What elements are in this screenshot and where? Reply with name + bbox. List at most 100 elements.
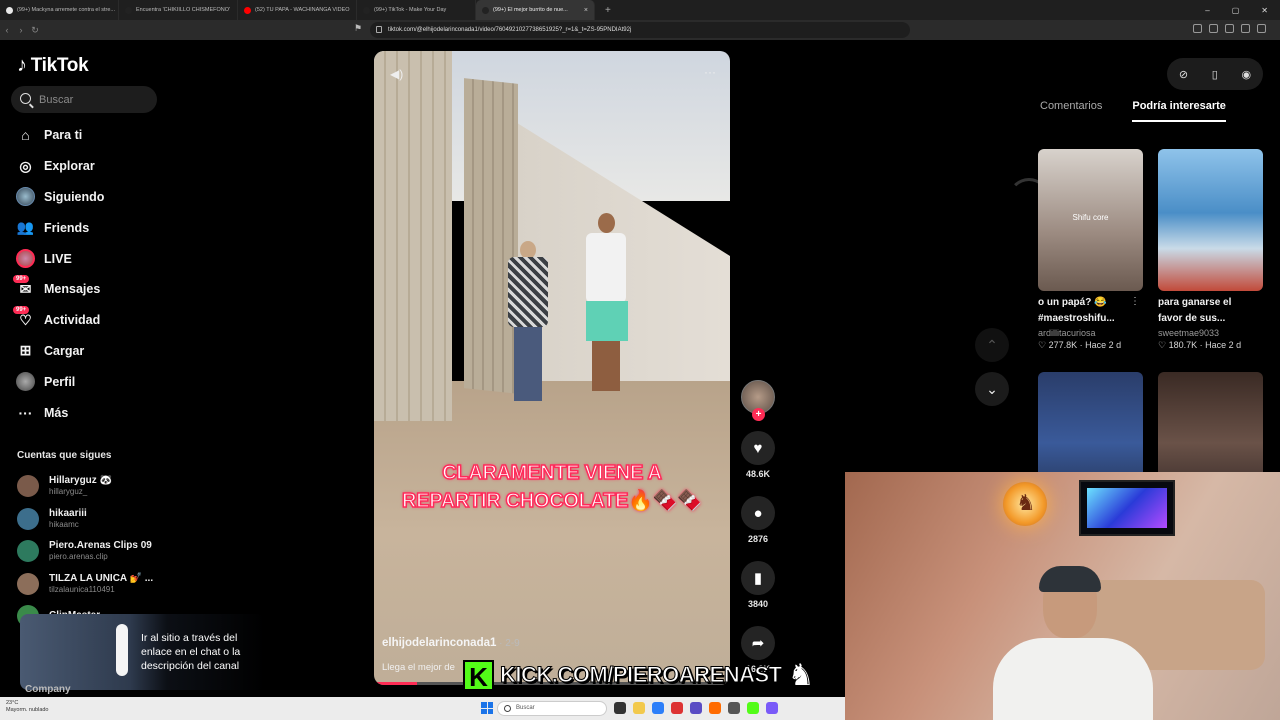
close-tab-icon[interactable]: × bbox=[584, 7, 588, 14]
following-list: Hillaryguz 🐼 hillaryguz_ hikaariii hikaamc P… bbox=[17, 470, 177, 633]
horse-logo-icon: ♞ bbox=[1016, 490, 1036, 515]
search-input[interactable]: Buscar bbox=[11, 86, 157, 113]
followed-account[interactable]: Hillaryguz 🐼 hillaryguz_ bbox=[17, 470, 177, 503]
comment-count: 2876 bbox=[747, 534, 769, 544]
browser-tab[interactable]: (99+) Mackyna arremete contra el stre... bbox=[0, 0, 119, 20]
panel-tabs: Comentarios Podría interesarte bbox=[1040, 100, 1226, 122]
author-handle[interactable]: elhijodelarinconada1 bbox=[382, 637, 496, 649]
extension-icon[interactable] bbox=[1225, 24, 1234, 33]
sidebar-item-label: Cargar bbox=[44, 343, 85, 358]
browser-tab-strip: (99+) Mackyna arremete contra el stre...… bbox=[0, 0, 1280, 20]
browser-tab[interactable]: (52) TU PAPA - WACHINANGA VIDEO bbox=[238, 0, 357, 20]
recommended-card[interactable]: Shifu core o un papá? 😂 #maestroshifu... … bbox=[1038, 149, 1143, 351]
taskbar-app-icon[interactable] bbox=[709, 702, 721, 714]
back-icon[interactable]: ‹ bbox=[0, 25, 14, 35]
sidebar-item-parati[interactable]: ⌂ Para ti bbox=[16, 120, 166, 151]
reload-icon[interactable]: ↻ bbox=[28, 25, 42, 36]
recommended-card[interactable]: para ganarse el favor de sus... sweetmae9… bbox=[1158, 149, 1263, 351]
bookmark-icon[interactable]: ⚑ bbox=[354, 23, 362, 34]
sidebar-item-live[interactable]: LIVE bbox=[16, 243, 166, 274]
start-button[interactable] bbox=[481, 702, 493, 714]
taskbar-search-input[interactable]: Buscar bbox=[497, 701, 607, 716]
like-count: 48.6K bbox=[745, 469, 771, 479]
heart-icon[interactable]: ♥ bbox=[741, 431, 775, 465]
browser-tab[interactable]: (99+) TikTok - Make Your Day bbox=[357, 0, 476, 20]
browser-tab[interactable]: (99+) El mejor burrito de nue... × bbox=[476, 0, 595, 20]
save-count: 3840 bbox=[747, 599, 769, 609]
creator-avatar[interactable]: + bbox=[741, 380, 775, 421]
sidebar-icon[interactable] bbox=[1241, 24, 1250, 33]
tiktok-logo[interactable]: ♪ TikTok bbox=[17, 54, 89, 77]
video-thumbnail[interactable] bbox=[1158, 149, 1263, 291]
taskbar-app-icon[interactable] bbox=[747, 702, 759, 714]
taskbar-app-icon[interactable] bbox=[766, 702, 778, 714]
streamer-webcam: ♞ bbox=[845, 472, 1280, 720]
tab-title: (99+) TikTok - Make Your Day bbox=[374, 7, 447, 13]
taskbar-app-icon[interactable] bbox=[728, 702, 740, 714]
new-tab-button[interactable]: + bbox=[595, 5, 621, 16]
minimize-button[interactable]: – bbox=[1205, 6, 1209, 15]
more-options-icon[interactable]: ··· bbox=[704, 65, 716, 79]
weather-widget[interactable]: 23°C Mayorm. nublado bbox=[6, 700, 49, 714]
sidebar-item-explorar[interactable]: ◎ Explorar bbox=[16, 151, 166, 182]
profile-icon[interactable] bbox=[1257, 24, 1266, 33]
followed-account[interactable]: TILZA LA UNICA 💅 ... tilzalaunica110491 bbox=[17, 568, 177, 601]
sidebar-item-friends[interactable]: 👥 Friends bbox=[16, 212, 166, 243]
comment-action: ● 2876 bbox=[738, 496, 778, 544]
device-icon[interactable]: ▯ bbox=[1212, 68, 1218, 81]
search-placeholder: Buscar bbox=[39, 93, 74, 106]
card-username[interactable]: sweetmae9033 bbox=[1158, 328, 1263, 338]
account-name: hikaariii bbox=[49, 507, 87, 519]
url-text: tiktok.com/@elhijodelarinconada1/video/7… bbox=[388, 27, 632, 33]
tab-comments[interactable]: Comentarios bbox=[1040, 100, 1102, 122]
coin-icon[interactable]: ⊘ bbox=[1179, 68, 1188, 81]
footer-company-link[interactable]: Company bbox=[25, 684, 71, 695]
bookmark-icon[interactable]: ▮ bbox=[741, 561, 775, 595]
sidebar-item-siguiendo[interactable]: Siguiendo bbox=[16, 182, 166, 213]
kick-logo-icon: K bbox=[463, 659, 494, 692]
card-title: para ganarse el favor de sus... bbox=[1158, 297, 1232, 324]
previous-video-button[interactable]: ⌃ bbox=[975, 328, 1009, 362]
stream-promo-banner: Ir al sitio a través del enlace en el ch… bbox=[20, 614, 265, 690]
maximize-button[interactable]: ▢ bbox=[1232, 6, 1240, 15]
tab-title: (99+) El mejor burrito de nue... bbox=[493, 7, 568, 13]
video-author[interactable]: elhijodelarinconada1 · 2-9 bbox=[382, 637, 520, 649]
followed-account[interactable]: Piero.Arenas Clips 09 piero.arenas.clip bbox=[17, 535, 177, 568]
taskbar-app-icon[interactable] bbox=[633, 702, 645, 714]
sidebar-item-ms[interactable]: ··· Más bbox=[16, 397, 166, 428]
video-player[interactable]: ◀) ··· CLARAMENTE VIENE A REPARTIR CHOCO… bbox=[374, 51, 730, 685]
comment-icon[interactable]: ● bbox=[741, 496, 775, 530]
extension-icon[interactable] bbox=[1209, 24, 1218, 33]
kick-url: KICK.COM/PIEROARENAST bbox=[500, 662, 783, 688]
forward-icon[interactable]: › bbox=[14, 25, 28, 35]
taskbar-app-icon[interactable] bbox=[652, 702, 664, 714]
volume-icon[interactable]: ◀) bbox=[390, 67, 403, 81]
following-section-title: Cuentas que sigues bbox=[17, 450, 112, 461]
sidebar-item-mensajes[interactable]: ✉ 99+ Mensajes bbox=[13, 274, 166, 305]
sidebar-item-actividad[interactable]: ♡ 99+ Actividad bbox=[13, 305, 166, 336]
browser-toolbar: ‹ › ↻ ⚑ tiktok.com/@elhijodelarinconada1… bbox=[0, 20, 1280, 40]
close-window-button[interactable]: ✕ bbox=[1261, 6, 1268, 15]
overlay-line: CLARAMENTE VIENE A bbox=[442, 461, 663, 485]
browser-tab[interactable]: Encuentra 'CHIKIILLO CHISMEFONO' bbox=[119, 0, 238, 20]
sidebar-item-cargar[interactable]: ⊞ Cargar bbox=[16, 336, 166, 367]
site-info-icon[interactable] bbox=[376, 26, 382, 33]
taskbar-apps bbox=[614, 702, 778, 714]
user-avatar[interactable]: ◉ bbox=[1242, 68, 1252, 81]
sidebar-item-perfil[interactable]: Perfil bbox=[16, 366, 166, 397]
taskbar-app-icon[interactable] bbox=[614, 702, 626, 714]
card-more-icon[interactable]: ⋮ bbox=[1130, 296, 1140, 307]
next-video-button[interactable]: ⌄ bbox=[975, 372, 1009, 406]
post-date: · 2-9 bbox=[496, 638, 520, 649]
video-thumbnail[interactable]: Shifu core bbox=[1038, 149, 1143, 291]
follow-plus-icon[interactable]: + bbox=[752, 408, 765, 421]
card-username[interactable]: ardillitacuriosa bbox=[1038, 328, 1143, 338]
tab-recommended[interactable]: Podría interesarte bbox=[1132, 100, 1226, 122]
tab-favicon-icon bbox=[363, 6, 370, 14]
friends-icon: 👥 bbox=[16, 219, 35, 236]
followed-account[interactable]: hikaariii hikaamc bbox=[17, 503, 177, 536]
extension-icon[interactable] bbox=[1193, 24, 1202, 33]
taskbar-app-icon[interactable] bbox=[671, 702, 683, 714]
taskbar-app-icon[interactable] bbox=[690, 702, 702, 714]
address-bar[interactable]: tiktok.com/@elhijodelarinconada1/video/7… bbox=[370, 22, 910, 38]
